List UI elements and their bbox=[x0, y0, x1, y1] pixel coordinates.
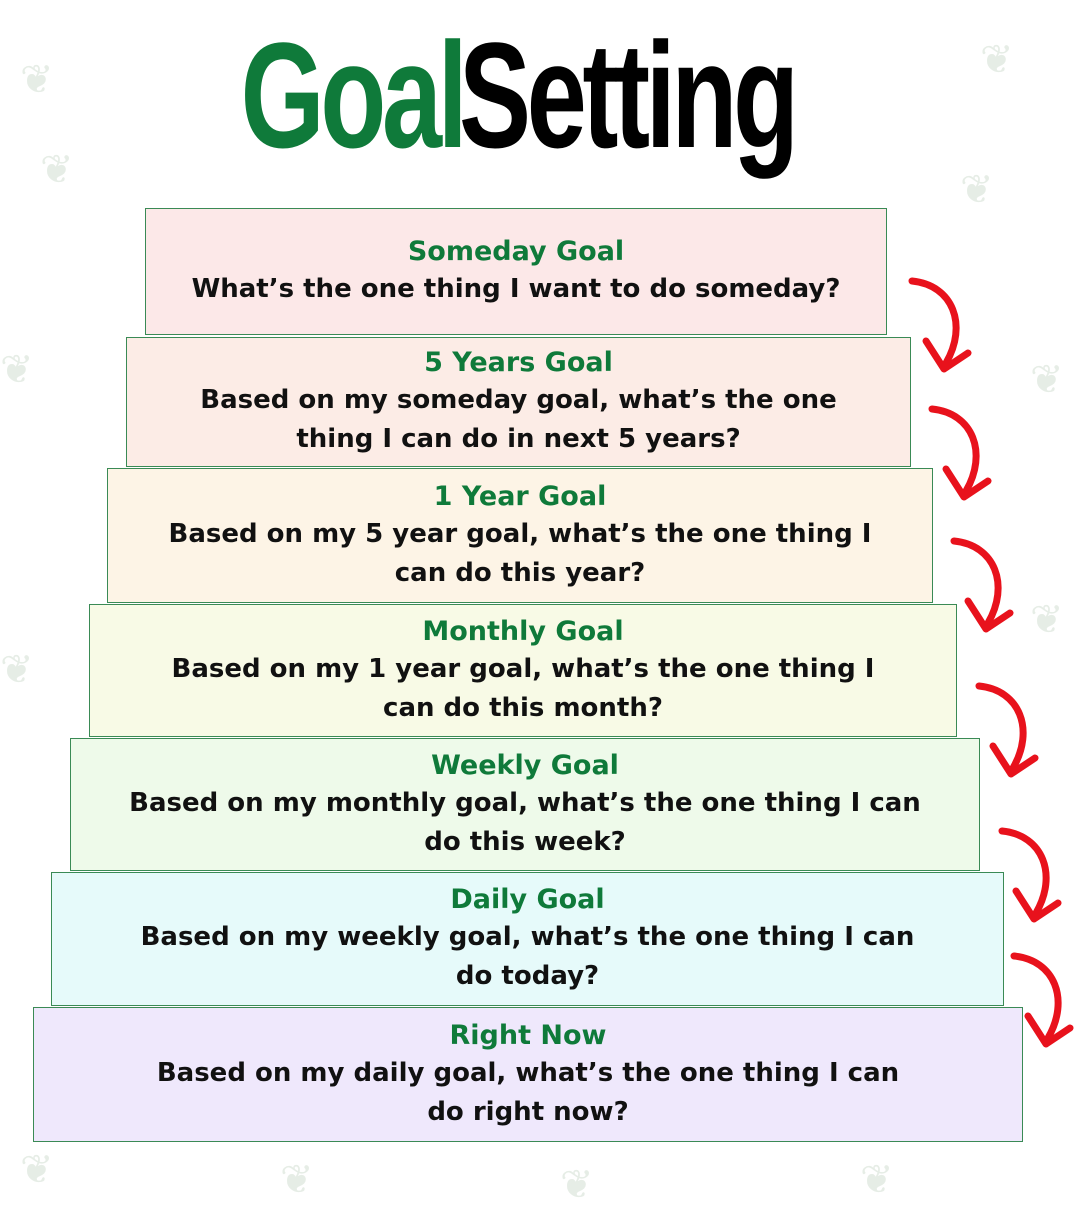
step-title: Right Now bbox=[449, 1019, 607, 1051]
curved-down-arrow-icon bbox=[908, 277, 972, 373]
step-title: 5 Years Goal bbox=[424, 347, 613, 378]
curved-down-arrow-icon bbox=[975, 682, 1039, 778]
step-text: Based on my monthly goal, what’s the one… bbox=[129, 787, 921, 857]
goal-staircase: Someday Goal What’s the one thing I want… bbox=[0, 0, 1080, 1221]
step-text: Based on my daily goal, what’s the one t… bbox=[156, 1057, 900, 1127]
step-someday-goal: Someday Goal What’s the one thing I want… bbox=[145, 208, 887, 335]
step-title: 1 Year Goal bbox=[433, 480, 607, 512]
step-title: Monthly Goal bbox=[422, 615, 624, 647]
curved-down-arrow-icon bbox=[928, 405, 992, 501]
curved-down-arrow-icon bbox=[1010, 952, 1074, 1048]
step-5-years-goal: 5 Years Goal Based on my someday goal, w… bbox=[126, 337, 911, 467]
step-daily-goal: Daily Goal Based on my weekly goal, what… bbox=[51, 872, 1004, 1006]
step-text: Based on my someday goal, what’s the one… bbox=[200, 385, 837, 454]
step-1-year-goal: 1 Year Goal Based on my 5 year goal, wha… bbox=[107, 468, 933, 603]
step-text: What’s the one thing I want to do someda… bbox=[191, 274, 841, 304]
step-right-now: Right Now Based on my daily goal, what’s… bbox=[33, 1007, 1023, 1142]
step-title: Someday Goal bbox=[407, 236, 625, 267]
step-text: Based on my 1 year goal, what’s the one … bbox=[171, 653, 875, 723]
step-weekly-goal: Weekly Goal Based on my monthly goal, wh… bbox=[70, 738, 980, 871]
step-title: Weekly Goal bbox=[431, 749, 619, 781]
step-text: Based on my 5 year goal, what’s the one … bbox=[168, 518, 872, 588]
curved-down-arrow-icon bbox=[998, 827, 1062, 923]
step-monthly-goal: Monthly Goal Based on my 1 year goal, wh… bbox=[89, 604, 957, 737]
step-text: Based on my weekly goal, what’s the one … bbox=[140, 922, 915, 991]
step-title: Daily Goal bbox=[450, 884, 605, 915]
curved-down-arrow-icon bbox=[950, 537, 1014, 633]
